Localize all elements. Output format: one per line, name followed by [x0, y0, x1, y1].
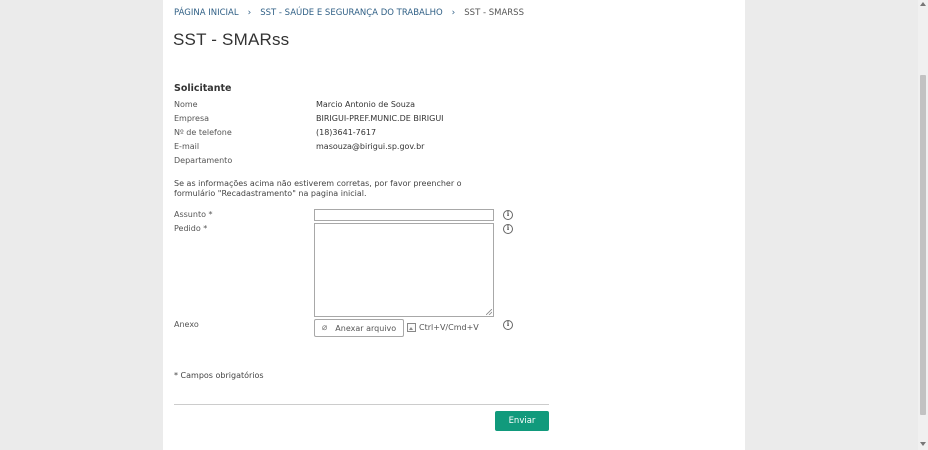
info-value: (18)3641-7617 — [316, 128, 377, 137]
resize-grip-icon[interactable] — [486, 309, 492, 315]
scroll-up-arrow-icon[interactable] — [920, 2, 926, 6]
info-label: Nome — [174, 100, 198, 109]
info-label: Empresa — [174, 114, 210, 123]
attach-button-label: Anexar arquivo — [335, 323, 397, 333]
info-value: BIRIGUI-PREF.MUNIC.DE BIRIGUI — [316, 114, 444, 123]
info-value: masouza@birigui.sp.gov.br — [316, 142, 425, 151]
main-card: PÁGINA INICIAL › SST - SAÚDE E SEGURANÇA… — [163, 0, 745, 450]
submit-button[interactable]: Enviar — [495, 411, 549, 431]
paperclip-icon: ⌀ — [321, 323, 328, 333]
scroll-thumb[interactable] — [920, 75, 926, 415]
attachment-label: Anexo — [174, 320, 199, 329]
breadcrumb-current: SST - SMARSS — [464, 8, 524, 18]
vertical-scrollbar[interactable] — [918, 0, 928, 450]
info-icon[interactable]: i — [503, 320, 513, 330]
image-icon — [407, 323, 416, 332]
scroll-down-arrow-icon[interactable] — [920, 442, 926, 446]
divider — [174, 404, 549, 405]
info-label: Nº de telefone — [174, 128, 232, 137]
subject-input[interactable] — [314, 209, 494, 221]
requester-section-title: Solicitante — [174, 83, 232, 94]
subject-label: Assunto * — [174, 210, 213, 219]
request-label: Pedido * — [174, 224, 208, 233]
info-value: Marcio Antonio de Souza — [316, 100, 415, 109]
required-fields-note: * Campos obrigatórios — [174, 371, 264, 380]
breadcrumb: PÁGINA INICIAL › SST - SAÚDE E SEGURANÇA… — [174, 8, 524, 18]
breadcrumb-sst-link[interactable]: SST - SAÚDE E SEGURANÇA DO TRABALHO — [260, 8, 442, 18]
info-icon[interactable]: i — [503, 210, 513, 220]
chevron-right-icon: › — [451, 8, 456, 18]
paste-hint: Ctrl+V/Cmd+V — [407, 323, 479, 332]
paste-hint-text: Ctrl+V/Cmd+V — [419, 323, 479, 332]
breadcrumb-home-link[interactable]: PÁGINA INICIAL — [174, 8, 239, 18]
chevron-right-icon: › — [247, 8, 252, 18]
request-textarea[interactable] — [314, 223, 494, 317]
page-title: SST - SMARss — [173, 30, 290, 49]
attach-file-button[interactable]: ⌀ Anexar arquivo — [314, 319, 404, 337]
info-icon[interactable]: i — [503, 224, 513, 234]
info-label: Departamento — [174, 156, 233, 165]
info-label: E-mail — [174, 142, 200, 151]
info-correction-note: Se as informações acima não estiverem co… — [174, 179, 462, 198]
